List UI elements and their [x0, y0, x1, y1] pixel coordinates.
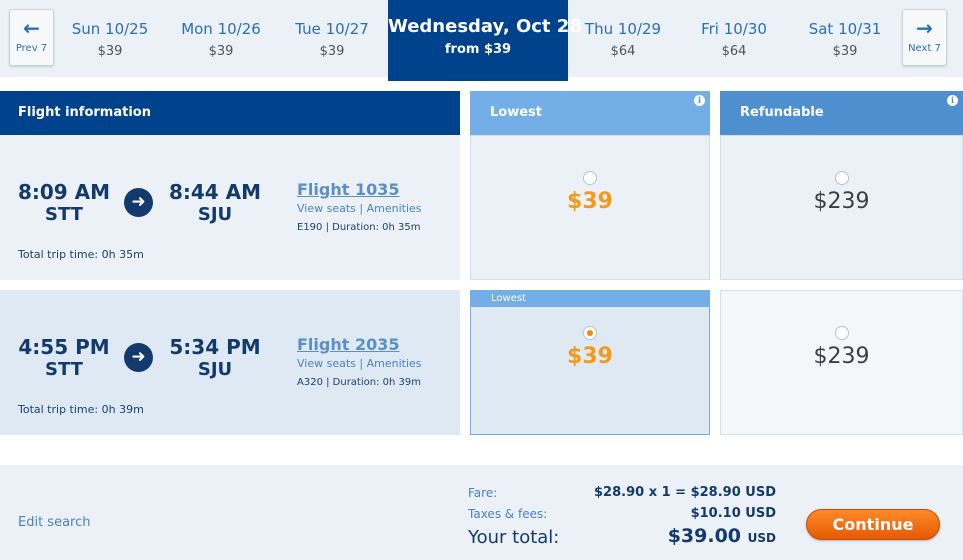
total-label: Your total: [468, 527, 560, 548]
day-sun-10-25[interactable]: Sun 10/25 $39 [56, 0, 164, 77]
fare-price: $239 [813, 189, 870, 214]
depart-airport: STT [45, 359, 83, 380]
depart-airport: STT [45, 204, 83, 225]
fare-price: $39 [567, 344, 613, 369]
aircraft-duration: E190 | Duration: 0h 35m [297, 222, 421, 233]
info-icon[interactable]: i [947, 95, 958, 106]
edit-search-link[interactable]: Edit search [18, 515, 91, 530]
total-trip-time: Total trip time: 0h 35m [18, 248, 144, 261]
flight-number-link[interactable]: Flight 1035 [297, 180, 400, 199]
day-label: Mon 10/26 [181, 20, 261, 38]
info-icon[interactable]: i [694, 95, 705, 106]
flight-information-header: Flight information [0, 91, 460, 135]
day-mon-10-26[interactable]: Mon 10/26 $39 [167, 0, 275, 77]
day-label: Sat 10/31 [808, 20, 882, 38]
next-week-label: Next 7 [908, 43, 941, 54]
fare-radio[interactable] [583, 171, 597, 185]
view-seats-link[interactable]: View seats [297, 357, 356, 370]
day-price: $39 [97, 44, 123, 59]
fare-label: Fare: [468, 486, 498, 500]
day-fri-10-30[interactable]: Fri 10/30 $64 [680, 0, 788, 77]
day-price: $39 [208, 44, 234, 59]
fare-option-lowest-row-2[interactable]: Lowest $39 [470, 290, 710, 435]
day-price: from $39 [444, 42, 512, 57]
fare-option-refundable-row-2[interactable]: $239 [720, 290, 963, 435]
day-label: Fri 10/30 [701, 20, 767, 38]
lowest-fare-header: Lowest i [470, 91, 710, 135]
next-week-button[interactable]: → Next 7 [902, 9, 947, 66]
prev-week-button[interactable]: ← Prev 7 [9, 9, 54, 66]
day-sat-10-31[interactable]: Sat 10/31 $39 [791, 0, 899, 77]
flight-sub-links: View seats | Amenities [297, 357, 422, 370]
arrive-time: 5:34 PM [169, 335, 261, 359]
day-price: $39 [319, 44, 345, 59]
taxes-label: Taxes & fees: [468, 507, 548, 521]
day-price: $64 [721, 44, 747, 59]
day-tue-10-27[interactable]: Tue 10/27 $39 [278, 0, 386, 77]
arrive-time: 8:44 AM [168, 180, 262, 204]
flight-row-2: 4:55 PM STT ➜ 5:34 PM SJU Flight 2035 Vi… [0, 290, 460, 435]
fare-option-refundable-row-1[interactable]: $239 [720, 135, 963, 280]
fare-value: $28.90 x 1 = $28.90 USD [594, 485, 776, 500]
flight-number-link[interactable]: Flight 2035 [297, 335, 400, 354]
flight-sub-links: View seats | Amenities [297, 202, 422, 215]
arrow-left-icon: ← [23, 16, 40, 40]
arrive-airport: SJU [197, 204, 233, 225]
day-price: $64 [610, 44, 636, 59]
link-separator: | [355, 357, 367, 370]
lowest-header-label: Lowest [490, 105, 542, 120]
arrive-airport: SJU [197, 359, 233, 380]
fare-radio-selected[interactable] [583, 326, 597, 340]
taxes-value: $10.10 USD [690, 506, 776, 521]
trip-summary-bar: Edit search Fare: $28.90 x 1 = $28.90 US… [0, 465, 963, 560]
continue-button[interactable]: Continue [806, 509, 940, 540]
day-label: Tue 10/27 [295, 20, 369, 38]
flight-row-1: 8:09 AM STT ➜ 8:44 AM SJU Flight 1035 Vi… [0, 135, 460, 280]
fare-price: $39 [567, 189, 613, 214]
aircraft-duration: A320 | Duration: 0h 39m [297, 377, 421, 388]
total-currency: USD [747, 531, 776, 545]
depart-time: 4:55 PM [18, 335, 110, 359]
day-label: Sun 10/25 [71, 20, 149, 38]
lowest-tag: Lowest [471, 291, 709, 307]
refundable-fare-header: Refundable i [720, 91, 963, 135]
day-label: Thu 10/29 [584, 20, 662, 38]
day-label: Wednesday, Oct 28 [388, 16, 582, 37]
prev-week-label: Prev 7 [15, 43, 48, 54]
fare-price: $239 [813, 344, 870, 369]
view-seats-link[interactable]: View seats [297, 202, 356, 215]
day-price: $39 [832, 44, 858, 59]
amenities-link[interactable]: Amenities [367, 202, 422, 215]
total-value: $39.00 USD [668, 525, 776, 547]
depart-time: 8:09 AM [17, 180, 111, 204]
arrow-right-icon: → [916, 16, 933, 40]
fare-option-lowest-row-1[interactable]: $39 [470, 135, 710, 280]
total-trip-time: Total trip time: 0h 39m [18, 403, 144, 416]
link-separator: | [355, 202, 367, 215]
fare-radio[interactable] [834, 326, 849, 340]
arrow-right-circle-icon: ➜ [124, 343, 153, 372]
date-strip: ← Prev 7 Sun 10/25 $39 Mon 10/26 $39 Tue… [0, 0, 963, 81]
fare-radio[interactable] [834, 171, 849, 185]
day-thu-10-29[interactable]: Thu 10/29 $64 [569, 0, 677, 77]
day-wed-10-28-selected[interactable]: Wednesday, Oct 28 from $39 [388, 0, 582, 81]
total-amount: $39.00 [667, 525, 742, 547]
refundable-header-label: Refundable [740, 105, 824, 120]
arrow-right-circle-icon: ➜ [124, 188, 153, 217]
amenities-link[interactable]: Amenities [367, 357, 422, 370]
